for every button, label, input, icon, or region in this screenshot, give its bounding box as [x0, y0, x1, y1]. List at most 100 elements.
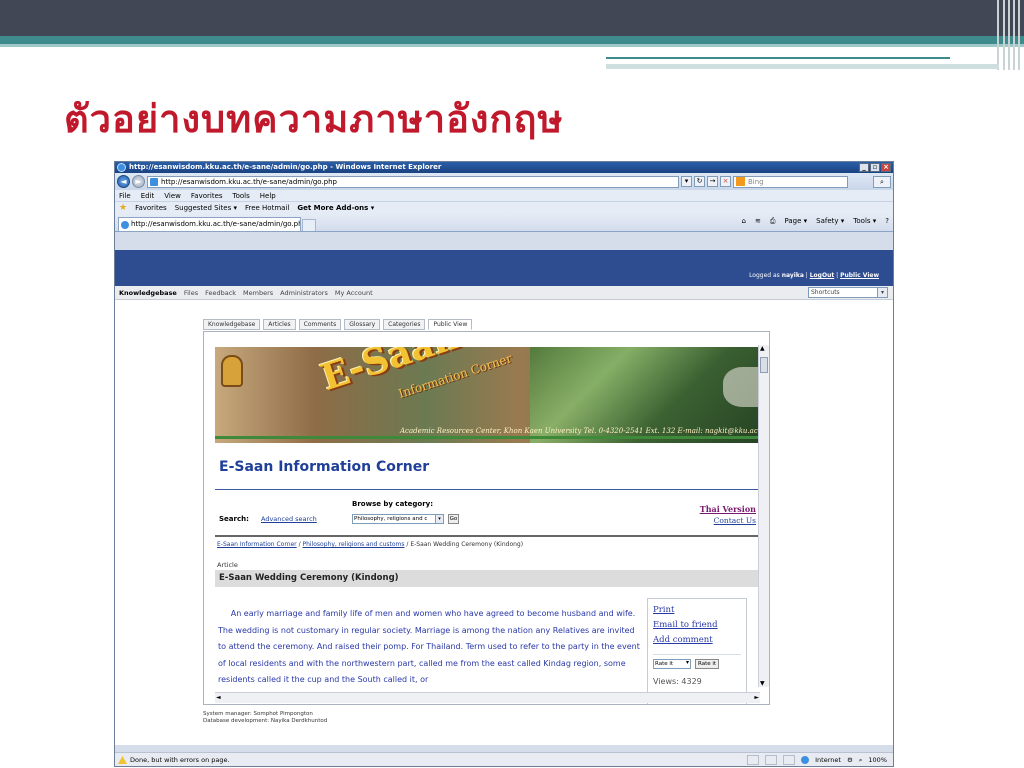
menu-edit[interactable]: Edit [141, 192, 155, 200]
footer-manager: System manager: Somphot Pimpongton [203, 711, 313, 717]
heading-rule [215, 489, 762, 490]
rate-button[interactable]: Rate it [695, 659, 720, 669]
safety-menu[interactable]: Safety ▾ [816, 217, 844, 226]
article-title: E-Saan Wedding Ceremony (Kindong) [215, 570, 762, 587]
warning-icon[interactable] [118, 756, 127, 764]
slide-title: ตัวอย่างบทความภาษาอังกฤษ [64, 97, 564, 141]
page-menu[interactable]: Page ▾ [784, 217, 807, 226]
add-comment-link[interactable]: Add comment [653, 633, 741, 648]
zoom-level[interactable]: 100% [868, 756, 887, 764]
category-value: Philosophy, religions and c [354, 516, 428, 522]
status-text: Done, but with errors on page. [130, 756, 230, 764]
minimize-button[interactable]: _ [859, 163, 869, 172]
protected-mode-icon[interactable]: ⚙ [847, 756, 853, 764]
address-bar[interactable]: http://esanwisdom.kku.ac.th/e-sane/admin… [147, 175, 679, 188]
breadcrumb-category[interactable]: Philosophy, religions and customs [303, 541, 405, 548]
tab-glossary[interactable]: Glossary [344, 319, 381, 330]
contact-us-link[interactable]: Contact Us [714, 516, 756, 525]
browser-title-bar: http://esanwisdom.kku.ac.th/e-sane/admin… [115, 162, 893, 173]
address-row: ◄ ► http://esanwisdom.kku.ac.th/e-sane/a… [115, 173, 893, 190]
new-tab-button[interactable] [302, 219, 316, 231]
get-add-ons-link[interactable]: Get More Add-ons ▾ [297, 204, 374, 212]
category-select[interactable]: Philosophy, religions and c ▾ [352, 514, 444, 524]
close-button[interactable]: × [881, 163, 891, 172]
chevron-down-icon: ▾ [435, 515, 443, 523]
home-icon[interactable]: ⌂ [742, 217, 746, 226]
slide-accent-stripe-light [0, 44, 1024, 47]
tools-menu[interactable]: Tools ▾ [853, 217, 876, 226]
nav-files[interactable]: Files [184, 289, 198, 297]
zone-label: Internet [815, 756, 841, 764]
address-dropdown-icon[interactable]: ▾ [681, 176, 692, 187]
slide-accent-stripe [0, 36, 1024, 44]
kb-tabs: Knowledgebase Articles Comments Glossary… [203, 319, 473, 330]
refresh-icon[interactable]: ↻ [694, 176, 705, 187]
help-icon[interactable]: ? [885, 217, 889, 226]
nav-knowledgebase[interactable]: Knowledgebase [119, 289, 177, 297]
menu-favorites[interactable]: Favorites [191, 192, 223, 200]
logged-prefix: Logged as [749, 272, 780, 279]
favorites-bar: ★ Favorites Suggested Sites ▾ Free Hotma… [115, 201, 893, 214]
search-input[interactable]: Bing [733, 175, 848, 188]
public-view-link[interactable]: Public View [840, 272, 879, 279]
print-link[interactable]: Print [653, 603, 741, 618]
feeds-icon[interactable]: ≋ [755, 217, 761, 226]
search-icon[interactable]: ⌕ [873, 175, 891, 188]
rate-select[interactable]: Rate it [653, 659, 691, 669]
email-friend-link[interactable]: Email to friend [653, 618, 741, 633]
forward-button[interactable]: ► [132, 175, 145, 188]
user-name: nayika [781, 272, 804, 279]
vertical-scrollbar[interactable] [758, 345, 769, 687]
shortcuts-value: Shortcuts [811, 289, 840, 296]
tab-articles[interactable]: Articles [263, 319, 296, 330]
command-bar: ⌂ ≋ ⎙ Page ▾ Safety ▾ Tools ▾ ? [742, 217, 889, 226]
article-body: An early marriage and family life of men… [218, 606, 643, 689]
free-hotmail-link[interactable]: Free Hotmail [245, 204, 289, 212]
go-arrow-icon[interactable]: → [707, 176, 718, 187]
shortcuts-select[interactable]: Shortcuts ▾ [808, 287, 888, 298]
tab-comments[interactable]: Comments [298, 319, 342, 330]
thai-version-link[interactable]: Thai Version [700, 504, 756, 514]
window-title: http://esanwisdom.kku.ac.th/e-sane/admin… [129, 163, 442, 171]
browse-label: Browse by category: [352, 500, 434, 508]
horizontal-scrollbar[interactable] [215, 692, 760, 703]
nav-administrators[interactable]: Administrators [280, 289, 328, 297]
back-button[interactable]: ◄ [117, 175, 130, 188]
tab-public-view[interactable]: Public View [428, 319, 473, 330]
login-status: Logged as nayika | LogOut | Public View [749, 272, 879, 279]
public-view-frame: E-Saan Information Corner Academic Resou… [203, 331, 770, 705]
nav-feedback[interactable]: Feedback [205, 289, 236, 297]
logout-link[interactable]: LogOut [810, 272, 834, 279]
browser-tab-row: http://esanwisdom.kku.ac.th/e-sane/admin… [115, 214, 893, 232]
nav-my-account[interactable]: My Account [335, 289, 373, 297]
tab-categories[interactable]: Categories [383, 319, 426, 330]
tab-knowledgebase[interactable]: Knowledgebase [203, 319, 261, 330]
article-actions: Print Email to friend Add comment Rate i… [647, 598, 747, 704]
status-cell [747, 755, 760, 765]
breadcrumb-home[interactable]: E-Saan Information Corner [217, 541, 297, 548]
search-label: Search: [219, 515, 249, 523]
menu-file[interactable]: File [119, 192, 131, 200]
go-button[interactable]: Go [448, 514, 459, 524]
ie-icon [117, 163, 126, 172]
advanced-search-link[interactable]: Advanced search [261, 515, 317, 523]
banner-strip [215, 436, 769, 439]
menu-tools[interactable]: Tools [233, 192, 250, 200]
nav-members[interactable]: Members [243, 289, 273, 297]
zoom-icon[interactable]: ⌕ [859, 756, 863, 765]
status-cell [765, 755, 778, 765]
article-text: An early marriage and family life of men… [218, 609, 640, 684]
site-banner: E-Saan Information Corner Academic Resou… [215, 347, 769, 443]
site-heading: E-Saan Information Corner [219, 459, 430, 475]
maximize-button[interactable]: ▫ [870, 163, 880, 172]
print-icon[interactable]: ⎙ [770, 217, 776, 226]
favorites-star-icon: ★ [119, 203, 128, 213]
menu-help[interactable]: Help [260, 192, 276, 200]
status-bar: Done, but with errors on page. Internet … [115, 752, 893, 766]
chevron-down-icon: ▾ [877, 288, 887, 297]
menu-view[interactable]: View [164, 192, 181, 200]
favorites-button[interactable]: Favorites [135, 204, 167, 212]
browser-tab[interactable]: http://esanwisdom.kku.ac.th/e-sane/admin… [118, 217, 301, 231]
stop-icon[interactable]: × [720, 176, 731, 187]
suggested-sites-link[interactable]: Suggested Sites ▾ [175, 204, 237, 212]
